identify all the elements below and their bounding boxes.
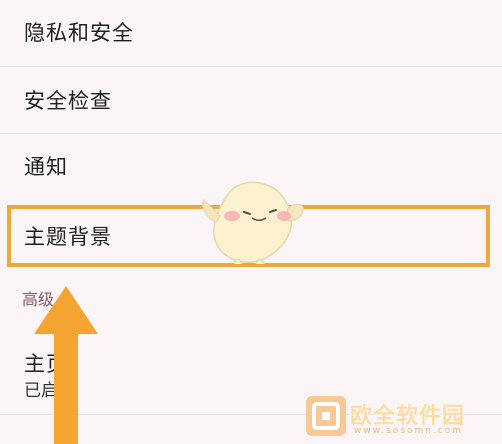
settings-item-label: 隐私和安全 xyxy=(24,21,134,45)
settings-item-label: 安全检查 xyxy=(24,89,112,113)
settings-item-safety-check[interactable]: 安全检查 xyxy=(0,67,502,133)
pointer-arrow-icon xyxy=(34,286,98,444)
watermark-logo-icon xyxy=(306,396,346,436)
settings-item-label: 通知 xyxy=(24,155,68,179)
settings-item-privacy[interactable]: 隐私和安全 xyxy=(0,0,502,66)
watermark-url: www.sosomn.com xyxy=(354,426,464,436)
watermark: 欧全软件园 www.sosomn.com xyxy=(302,390,502,444)
mascot-icon xyxy=(202,181,304,265)
